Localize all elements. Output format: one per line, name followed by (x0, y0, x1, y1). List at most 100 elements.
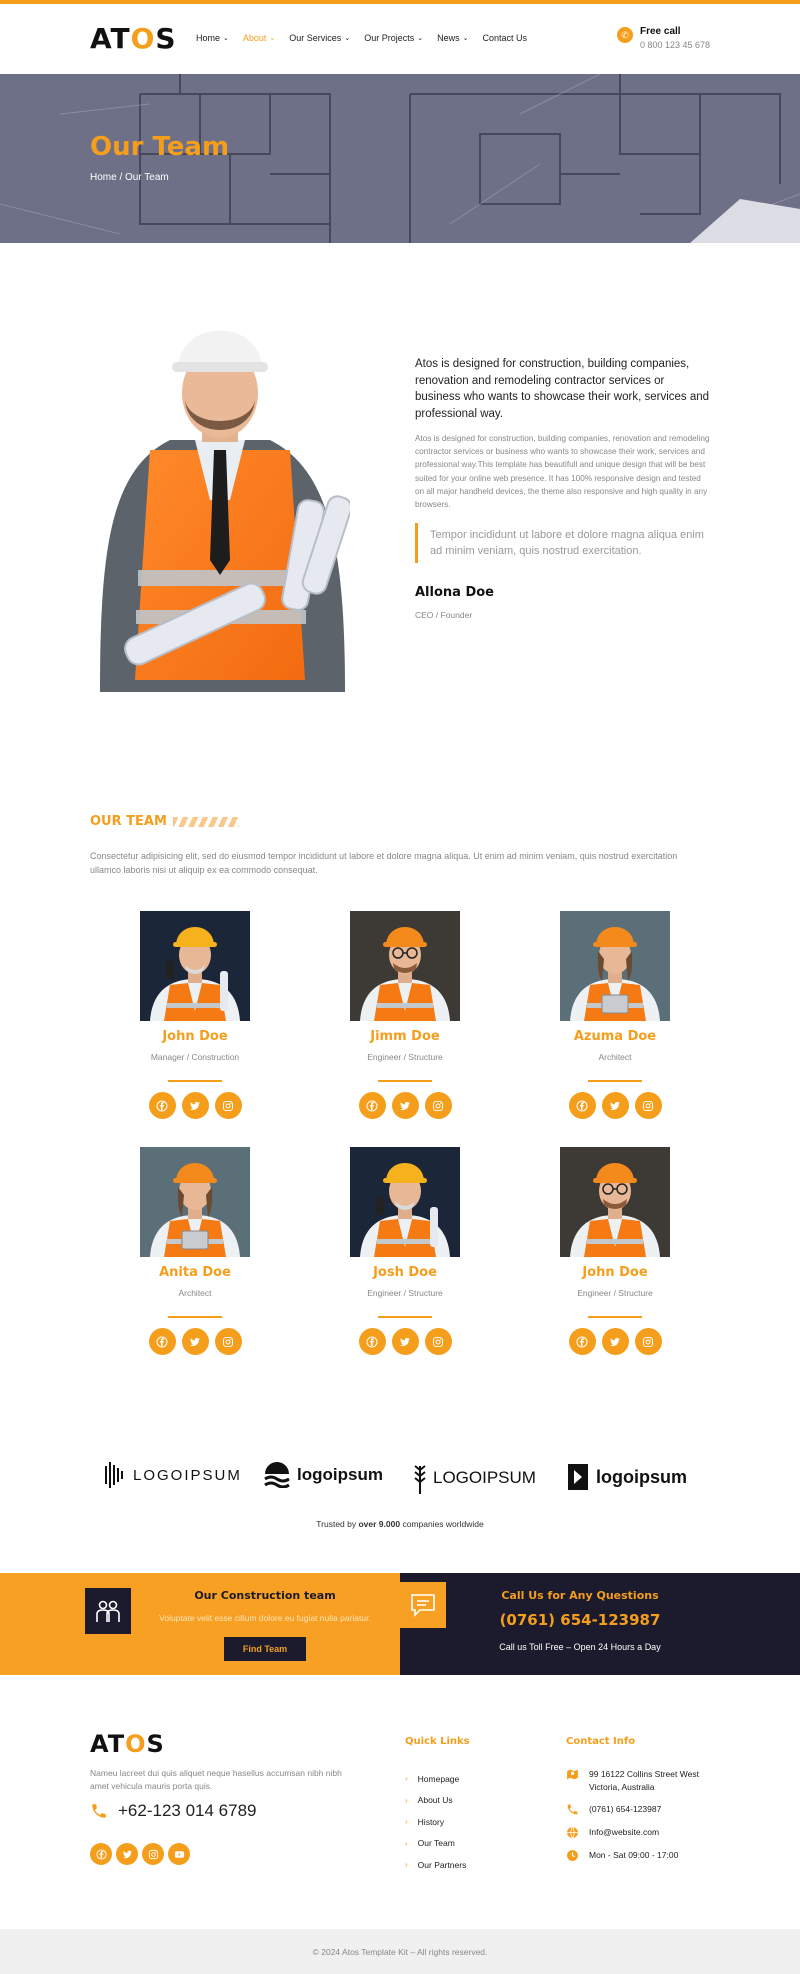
team-member-socials (300, 1328, 510, 1355)
quick-link-our-team[interactable]: › Our Team (405, 1833, 466, 1855)
team-member-name[interactable]: Anita Doe (90, 1265, 300, 1280)
team-member-name[interactable]: Jimm Doe (300, 1029, 510, 1044)
quick-link-about-us[interactable]: › About Us (405, 1790, 466, 1812)
youtube-link[interactable] (168, 1843, 190, 1865)
quick-link-homepage[interactable]: › Homepage (405, 1768, 466, 1790)
contact-item[interactable]: (0761) 654-123987 (566, 1803, 726, 1816)
team-member-photo (560, 1147, 670, 1257)
instagram-link[interactable] (214, 1092, 242, 1119)
trusted-post: companies worldwide (400, 1519, 484, 1529)
instagram-link[interactable] (214, 1328, 242, 1355)
chevron-right-icon: › (405, 1817, 408, 1827)
nav-item-label: News (437, 33, 460, 43)
twitter-link[interactable] (116, 1843, 138, 1865)
team-member-divider (378, 1316, 432, 1318)
logo-text-s: S (155, 22, 177, 55)
trusted-by-text: Trusted by over 9.000 companies worldwid… (0, 1519, 800, 1529)
team-member-name[interactable]: John Doe (90, 1029, 300, 1044)
footer-logo[interactable]: ATOS (90, 1730, 165, 1758)
contact-item: 99 16122 Collins Street West Victoria, A… (566, 1768, 726, 1793)
facebook-link[interactable] (90, 1843, 112, 1865)
team-member-divider (588, 1316, 642, 1318)
partner-logo-1-text: LOGOIPSUM (133, 1466, 242, 1484)
instagram-link[interactable] (634, 1092, 662, 1119)
team-member-photo (560, 911, 670, 1021)
twitter-icon (399, 1100, 411, 1112)
site-header: ATOS Home ⌄ About ⌄ Our Services ⌄ Our Project… (0, 4, 800, 74)
partner-logo-4: logoipsum (566, 1462, 687, 1492)
team-member-name[interactable]: Josh Doe (300, 1265, 510, 1280)
team-member-photo (140, 911, 250, 1021)
twitter-icon (609, 1336, 621, 1348)
about-content: Atos is designed for construction, build… (415, 356, 710, 620)
globe-icon (566, 1826, 579, 1839)
nav-item-news[interactable]: News ⌄ (437, 33, 468, 43)
nav-item-home[interactable]: Home ⌄ (196, 33, 229, 43)
trusted-pre: Trusted by (316, 1519, 359, 1529)
quick-link-label: About Us (417, 1795, 453, 1806)
twitter-link[interactable] (391, 1328, 419, 1355)
facebook-link[interactable] (358, 1092, 386, 1119)
call-number[interactable]: (0761) 654-123987 (440, 1611, 720, 1629)
team-member-card: Anita Doe Architect (90, 1147, 300, 1355)
trusted-count: over 9.000 (358, 1519, 401, 1529)
quick-links-title: Quick Links (405, 1736, 470, 1747)
nav-item-about[interactable]: About ⌄ (243, 33, 275, 43)
contact-info: 99 16122 Collins Street West Victoria, A… (566, 1768, 726, 1872)
chevron-down-icon: ⌄ (269, 35, 276, 42)
team-member-card: John Doe Engineer / Structure (510, 1147, 720, 1355)
footer-phone[interactable]: +62-123 014 6789 (90, 1801, 257, 1821)
team-member-photo (350, 911, 460, 1021)
founder-role: CEO / Founder (415, 610, 473, 621)
instagram-link[interactable] (424, 1328, 452, 1355)
twitter-link[interactable] (601, 1092, 629, 1119)
facebook-link[interactable] (568, 1092, 596, 1119)
site-logo[interactable]: ATOS (90, 24, 177, 54)
team-description: Consectetur adipisicing elit, sed do eiu… (90, 851, 678, 875)
twitter-link[interactable] (391, 1092, 419, 1119)
team-member-role: Architect (598, 1052, 632, 1062)
chevron-right-icon: › (405, 1795, 408, 1805)
team-member-name[interactable]: John Doe (510, 1265, 720, 1280)
instagram-icon (432, 1100, 444, 1112)
nav-item-label: About (242, 33, 267, 43)
phone-icon (92, 1804, 106, 1818)
team-heading-label: OUR TEAM (90, 814, 167, 829)
instagram-icon (148, 1849, 159, 1860)
footer-description: Nameu lacreet dui quis aliquet neque has… (90, 1768, 342, 1791)
facebook-link[interactable] (148, 1328, 176, 1355)
twitter-link[interactable] (181, 1092, 209, 1119)
nav-item-our-services[interactable]: Our Services ⌄ (289, 33, 350, 43)
nav-item-contact-us[interactable]: Contact Us (482, 33, 527, 43)
nav-item-our-projects[interactable]: Our Projects ⌄ (364, 33, 423, 43)
instagram-link[interactable] (634, 1328, 662, 1355)
team-member-socials (510, 1328, 720, 1355)
twitter-link[interactable] (181, 1328, 209, 1355)
facebook-icon (156, 1100, 168, 1112)
contact-text: Mon - Sat 09:00 - 17:00 (589, 1850, 679, 1860)
quick-link-label: Our Team (417, 1838, 455, 1849)
footer-logo-o: O (125, 1730, 147, 1758)
team-icon (85, 1588, 131, 1634)
team-member-card: Azuma Doe Architect (510, 911, 720, 1119)
quick-link-our-partners[interactable]: › Our Partners (405, 1854, 466, 1876)
team-member-photo (140, 1147, 250, 1257)
call-subtitle: Call us Toll Free – Open 24 Hours a Day (499, 1642, 661, 1652)
contact-item[interactable]: Info@website.com (566, 1826, 726, 1839)
main-nav: Home ⌄ About ⌄ Our Services ⌄ Our Projects ⌄ New… (196, 33, 527, 43)
logo-text-o: O (130, 22, 156, 55)
quick-link-history[interactable]: › History (405, 1811, 466, 1833)
find-team-button[interactable]: Find Team (224, 1637, 306, 1661)
team-member-card: John Doe Manager / Construction (90, 911, 300, 1119)
nav-item-label: Home (196, 33, 221, 43)
twitter-icon (189, 1336, 201, 1348)
twitter-link[interactable] (601, 1328, 629, 1355)
team-heading: OUR TEAM (90, 814, 239, 829)
facebook-link[interactable] (148, 1092, 176, 1119)
facebook-link[interactable] (568, 1328, 596, 1355)
instagram-link[interactable] (424, 1092, 452, 1119)
facebook-link[interactable] (358, 1328, 386, 1355)
team-member-name[interactable]: Azuma Doe (510, 1029, 720, 1044)
founder-name: Allona Doe (415, 585, 494, 601)
instagram-link[interactable] (142, 1843, 164, 1865)
